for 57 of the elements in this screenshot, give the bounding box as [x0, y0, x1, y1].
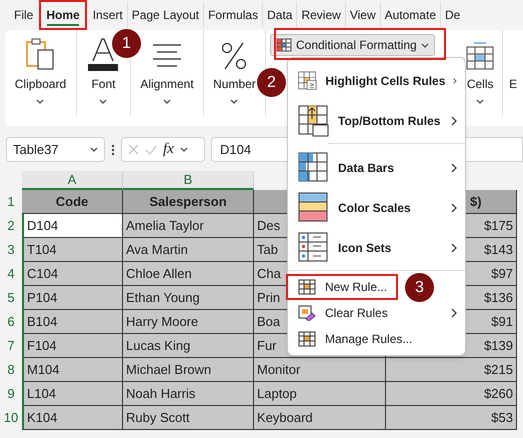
ribbon-tab[interactable]: De: [440, 2, 464, 28]
name-box-value: Table37: [13, 140, 59, 159]
row-header[interactable]: 6: [0, 310, 22, 334]
ribbon-tab[interactable]: View: [344, 2, 380, 28]
row-header[interactable]: 4: [0, 262, 22, 286]
row-header[interactable]: 2: [0, 214, 22, 238]
table-header-cell: Salesperson: [123, 190, 254, 214]
table-cell: L104: [22, 382, 123, 406]
ribbon-tab[interactable]: Insert: [88, 2, 127, 28]
table-cell: Keyboard: [254, 406, 386, 430]
row-header[interactable]: 9: [0, 382, 22, 406]
table-cell: Laptop: [254, 382, 386, 406]
ribbon-tab[interactable]: Page Layout: [126, 2, 204, 28]
table-cell: $53: [386, 406, 517, 430]
row-header[interactable]: 7: [0, 334, 22, 358]
table-cell: Harry Moore: [123, 310, 254, 334]
column-header[interactable]: B: [123, 171, 254, 190]
row-header[interactable]: 8: [0, 358, 22, 382]
table-cell: P104: [22, 286, 123, 310]
table-cell: Ethan Young: [123, 286, 254, 310]
formula-value: D104: [220, 140, 252, 159]
table-cell: Ruby Scott: [123, 406, 254, 430]
ribbon-tab[interactable]: Automate: [380, 2, 440, 28]
table-cell: Ava Martin: [123, 238, 254, 262]
name-box[interactable]: Table37: [6, 137, 105, 162]
table-cell: K104: [22, 406, 123, 430]
table-cell: Chloe Allen: [123, 262, 254, 286]
conditional-formatting-button[interactable]: Conditional Formatting: [270, 34, 435, 56]
menu-item[interactable]: New Rule...: [288, 276, 396, 298]
ribbon-tab[interactable]: Home: [42, 2, 84, 28]
row-header[interactable]: 5: [0, 286, 22, 310]
table-cell: Noah Harris: [123, 382, 254, 406]
column-header[interactable]: A: [22, 171, 123, 190]
ribbon-group-button[interactable]: Clipboard: [5, 30, 77, 116]
table-cell: F104: [22, 334, 123, 358]
table-cell: $215: [386, 358, 517, 382]
insert-function-button[interactable]: fx: [163, 138, 174, 161]
table-header-cell: Code: [22, 190, 123, 214]
ribbon-group-button[interactable]: E: [503, 30, 523, 116]
table-cell: C104: [22, 262, 123, 286]
table-cell: M104: [22, 358, 123, 382]
table-cell: $260: [386, 382, 517, 406]
ribbon-tab[interactable]: Formulas: [203, 2, 262, 28]
row-header[interactable]: 3: [0, 238, 22, 262]
row-header[interactable]: 1: [0, 190, 22, 214]
table-cell: Amelia Taylor: [123, 214, 254, 238]
ribbon-tab[interactable]: Data: [262, 2, 296, 28]
table-cell: Michael Brown: [123, 358, 254, 382]
table-cell: Lucas King: [123, 334, 254, 358]
row-header[interactable]: 10: [0, 406, 22, 430]
table-cell: Monitor: [254, 358, 386, 382]
ribbon-tab[interactable]: File: [10, 2, 38, 28]
table-cell: B104: [22, 310, 123, 334]
table-cell: D104: [22, 214, 123, 238]
ribbon-tab[interactable]: Review: [296, 2, 345, 28]
menu-item[interactable]: Data Bars: [288, 148, 465, 188]
table-cell: T104: [22, 238, 123, 262]
